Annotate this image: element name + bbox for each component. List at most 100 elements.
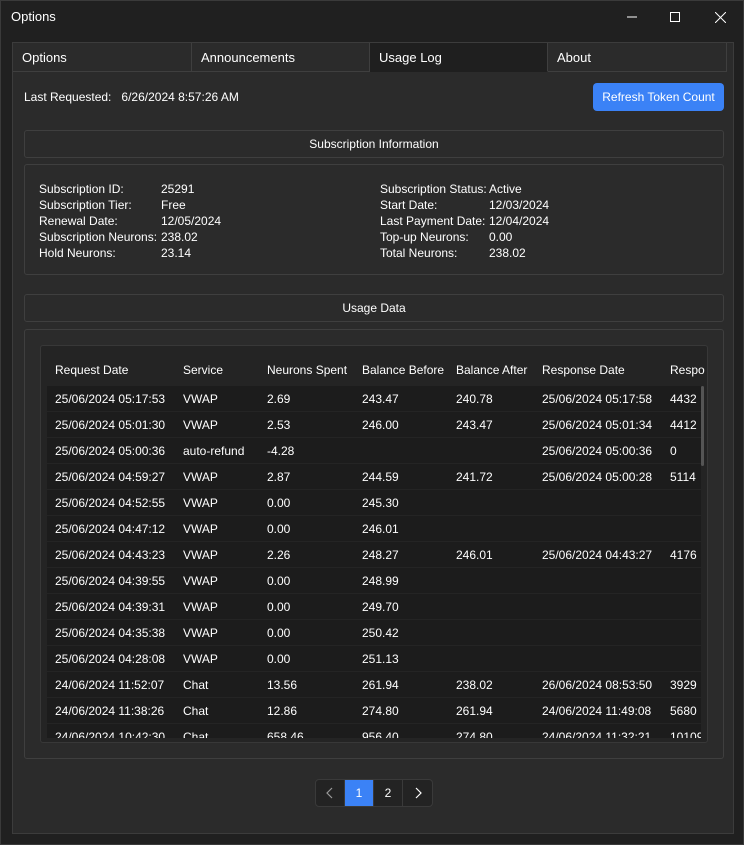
table-row[interactable]: 25/06/2024 04:52:55 VWAP 0.00 245.30 (47, 490, 701, 515)
column-header-response-time[interactable]: Respo (670, 363, 705, 377)
info-value: 12/03/2024 (489, 198, 550, 212)
info-value: Active (489, 182, 522, 196)
cell-balance-after: 261.94 (456, 704, 493, 718)
tab-options[interactable]: Options (13, 43, 192, 72)
table-row[interactable]: 25/06/2024 04:39:31 VWAP 0.00 249.70 (47, 594, 701, 619)
column-header-request-date[interactable]: Request Date (55, 363, 128, 377)
info-row: Hold Neurons: 23.14 (39, 245, 221, 261)
tab-about[interactable]: About (548, 43, 727, 72)
grid-header: Request Date Service Neurons Spent Balan… (41, 346, 707, 386)
page-button-2[interactable]: 2 (374, 780, 403, 806)
cell-response-time: 4412 (670, 418, 697, 432)
cell-neurons-spent: 2.26 (267, 548, 291, 562)
table-row[interactable]: 25/06/2024 04:35:38 VWAP 0.00 250.42 (47, 620, 701, 645)
subscription-info-panel: Subscription ID: 25291 Subscription Tier:… (24, 164, 724, 275)
table-row[interactable]: 25/06/2024 04:28:08 VWAP 0.00 251.13 (47, 646, 701, 671)
cell-balance-before: 248.99 (362, 574, 399, 588)
cell-service: VWAP (183, 470, 218, 484)
tab-usage-log[interactable]: Usage Log (370, 43, 548, 72)
info-value: 0.00 (489, 230, 513, 244)
table-row[interactable]: 25/06/2024 05:17:53 VWAP 2.69 243.47 240.78 2… (47, 386, 701, 411)
column-header-response-date[interactable]: Response Date (542, 363, 625, 377)
cell-service: auto-refund (183, 444, 245, 458)
cell-service: VWAP (183, 548, 218, 562)
cell-balance-after: 238.02 (456, 678, 493, 692)
tab-announcements[interactable]: Announcements (192, 43, 370, 72)
cell-balance-before: 246.00 (362, 418, 399, 432)
cell-balance-after: 274.80 (456, 730, 493, 738)
cell-balance-before: 245.30 (362, 496, 399, 510)
cell-request-date: 25/06/2024 05:00:36 (55, 444, 166, 458)
cell-response-time: 4176 (670, 548, 697, 562)
cell-response-date: 25/06/2024 04:43:27 (542, 548, 653, 562)
cell-service: Chat (183, 704, 209, 718)
cell-neurons-spent: 12.86 (267, 704, 298, 718)
cell-request-date: 25/06/2024 04:39:31 (55, 600, 166, 614)
info-key: Hold Neurons: (39, 246, 116, 260)
info-row: Last Payment Date: 12/04/2024 (380, 213, 549, 229)
cell-request-date: 24/06/2024 10:42:30 (55, 730, 166, 738)
next-page-button[interactable] (403, 780, 432, 806)
info-value: 23.14 (161, 246, 192, 260)
info-value: 238.02 (489, 246, 526, 260)
cell-request-date: 25/06/2024 04:39:55 (55, 574, 166, 588)
cell-service: VWAP (183, 392, 218, 406)
cell-service: VWAP (183, 574, 218, 588)
cell-balance-before: 246.01 (362, 522, 399, 536)
info-value: 12/04/2024 (489, 214, 550, 228)
refresh-token-count-button[interactable]: Refresh Token Count (593, 83, 724, 111)
table-row[interactable]: 25/06/2024 05:01:30 VWAP 2.53 246.00 243.47 2… (47, 412, 701, 437)
tab-content: Options Announcements Usage Log About La… (12, 42, 734, 834)
table-row[interactable]: 24/06/2024 11:52:07 Chat 13.56 261.94 238.02… (47, 672, 701, 697)
window-title: Options (11, 9, 56, 24)
info-value: 12/05/2024 (161, 214, 222, 228)
info-row: Subscription ID: 25291 (39, 181, 221, 197)
info-row: Subscription Neurons: 238.02 (39, 229, 221, 245)
info-key: Renewal Date: (39, 214, 118, 228)
maximize-icon (670, 12, 680, 22)
cell-service: VWAP (183, 522, 218, 536)
cell-response-time: 0 (670, 444, 677, 458)
column-header-balance-before[interactable]: Balance Before (362, 363, 444, 377)
grid-rows: 25/06/2024 05:17:53 VWAP 2.69 243.47 240.78 2… (47, 386, 701, 738)
cell-request-date: 25/06/2024 04:35:38 (55, 626, 166, 640)
info-key: Start Date: (380, 198, 438, 212)
cell-neurons-spent: 658.46 (267, 730, 304, 738)
table-row[interactable]: 25/06/2024 04:59:27 VWAP 2.87 244.59 241.72 2… (47, 464, 701, 489)
table-row[interactable]: 24/06/2024 10:42:30 Chat 658.46 956.40 274.8… (47, 724, 701, 738)
cell-response-time: 3929 (670, 678, 697, 692)
cell-service: VWAP (183, 496, 218, 510)
table-row[interactable]: 25/06/2024 04:47:12 VWAP 0.00 246.01 (47, 516, 701, 541)
prev-page-button[interactable] (316, 780, 345, 806)
grid-vertical-scrollbar[interactable] (701, 386, 704, 466)
cell-neurons-spent: 2.69 (267, 392, 291, 406)
table-row[interactable]: 24/06/2024 11:38:26 Chat 12.86 274.80 261.94… (47, 698, 701, 723)
cell-balance-after: 240.78 (456, 392, 493, 406)
table-row[interactable]: 25/06/2024 04:39:55 VWAP 0.00 248.99 (47, 568, 701, 593)
usage-data-header: Usage Data (24, 294, 724, 322)
usage-data-panel: Request Date Service Neurons Spent Balan… (24, 329, 724, 759)
cell-balance-before: 956.40 (362, 730, 399, 738)
close-button[interactable] (697, 1, 743, 33)
table-row[interactable]: 25/06/2024 05:00:36 auto-refund -4.28 25/06… (47, 438, 701, 463)
cell-service: Chat (183, 730, 209, 738)
cell-balance-after: 243.47 (456, 418, 493, 432)
cell-balance-before: 244.59 (362, 470, 399, 484)
info-value: Free (161, 198, 186, 212)
cell-balance-before: 274.80 (362, 704, 399, 718)
table-row[interactable]: 25/06/2024 04:43:23 VWAP 2.26 248.27 246.01 2… (47, 542, 701, 567)
column-header-neurons-spent[interactable]: Neurons Spent (267, 363, 347, 377)
maximize-button[interactable] (652, 1, 698, 33)
cell-request-date: 25/06/2024 04:47:12 (55, 522, 166, 536)
column-header-balance-after[interactable]: Balance After (456, 363, 527, 377)
minimize-button[interactable] (609, 1, 655, 33)
minimize-icon (627, 16, 637, 18)
cell-neurons-spent: 0.00 (267, 522, 291, 536)
page-button-1[interactable]: 1 (345, 780, 374, 806)
subscription-info-left: Subscription ID: 25291 Subscription Tier:… (39, 181, 221, 261)
column-header-service[interactable]: Service (183, 363, 223, 377)
cell-neurons-spent: 0.00 (267, 574, 291, 588)
cell-balance-before: 243.47 (362, 392, 399, 406)
info-row: Total Neurons: 238.02 (380, 245, 549, 261)
cell-request-date: 25/06/2024 04:28:08 (55, 652, 166, 666)
